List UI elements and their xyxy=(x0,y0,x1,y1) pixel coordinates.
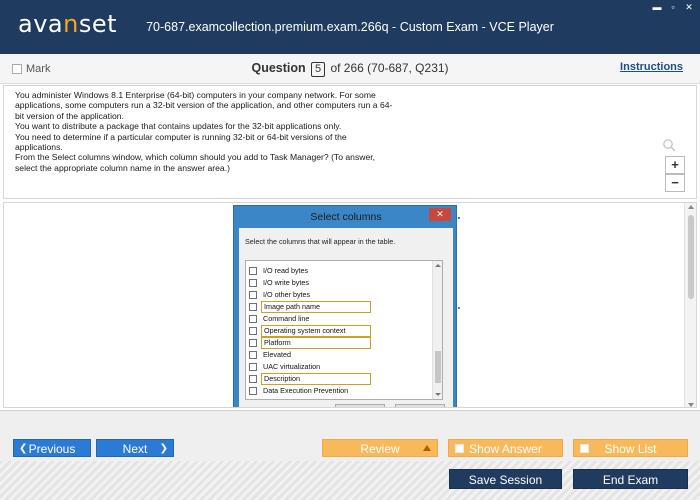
question-toolbar: Mark Question 5 of 266 (70-687, Q231) In… xyxy=(0,54,700,84)
answer-area-label[interactable]: Image path name xyxy=(261,300,371,313)
square-icon xyxy=(580,444,589,453)
list-item-label: Elevated xyxy=(263,349,291,359)
list-item[interactable]: Image path name xyxy=(249,300,371,313)
instructions-link[interactable]: Instructions xyxy=(620,61,683,73)
scroll-thumb[interactable] xyxy=(688,215,694,299)
chevron-right-icon: ❯ xyxy=(159,443,168,454)
list-item-label: Command line xyxy=(263,313,310,323)
list-item[interactable]: I/O write bytes xyxy=(249,277,311,288)
scroll-up-icon[interactable] xyxy=(688,205,694,209)
checkbox[interactable] xyxy=(249,386,257,395)
question-total: of 266 (70-687, Q231) xyxy=(330,61,449,75)
list-item[interactable]: Elevated xyxy=(249,349,293,360)
exhibit-pane: Select columns ✕ Select the columns that… xyxy=(3,202,697,408)
checkbox[interactable] xyxy=(249,302,257,311)
list-item[interactable]: Description xyxy=(249,372,371,385)
dialog-ok-button[interactable] xyxy=(335,404,385,407)
dialog-cancel-button[interactable] xyxy=(395,404,445,407)
list-item-label: I/O write bytes xyxy=(263,277,309,287)
previous-label: Previous xyxy=(28,442,76,456)
maximize-icon[interactable]: ▫ xyxy=(668,2,678,12)
list-item[interactable]: I/O other bytes xyxy=(249,289,312,300)
list-item[interactable]: Command line xyxy=(249,313,311,324)
question-line: From the Select columns window, which co… xyxy=(15,152,376,173)
list-item-label: Data Execution Prevention xyxy=(263,385,349,395)
scroll-down-icon[interactable] xyxy=(688,403,694,407)
list-item[interactable]: UAC virtualization xyxy=(249,361,322,372)
dialog-prompt: Select the columns that will appear in t… xyxy=(245,237,396,246)
checkbox[interactable] xyxy=(249,290,257,299)
previous-button[interactable]: ❮ Previous xyxy=(13,439,91,457)
checkbox[interactable] xyxy=(249,338,257,347)
dialog-title: Select columns xyxy=(310,211,382,223)
end-exam-button[interactable]: End Exam xyxy=(573,469,688,489)
list-item-label: UAC virtualization xyxy=(263,361,321,371)
window-title: 70-687.examcollection.premium.exam.266q … xyxy=(146,20,554,34)
triangle-up-icon xyxy=(423,445,431,451)
select-columns-dialog: Select columns ✕ Select the columns that… xyxy=(233,205,457,407)
question-pane: You administer Windows 8.1 Enterprise (6… xyxy=(3,85,697,199)
dialog-body: Select the columns that will appear in t… xyxy=(239,228,453,407)
show-list-label: Show List xyxy=(604,442,657,456)
dialog-close-icon[interactable]: ✕ xyxy=(429,208,451,221)
title-bar: avanset 70-687.examcollection.premium.ex… xyxy=(0,0,700,54)
show-answer-label: Show Answer xyxy=(469,442,542,456)
next-label: Next xyxy=(122,442,148,456)
scroll-up-icon[interactable] xyxy=(435,264,441,267)
answer-area-label[interactable]: Platform xyxy=(261,336,371,349)
close-icon[interactable]: ✕ xyxy=(684,2,694,12)
checkbox[interactable] xyxy=(249,278,257,287)
checkbox[interactable] xyxy=(249,326,257,335)
list-item-label: I/O read bytes xyxy=(263,265,309,275)
list-item-label: I/O other bytes xyxy=(263,289,311,299)
navigation-bar: ❮ Previous Next ❯ Review Show Answer Sho… xyxy=(0,410,700,500)
artifact-dot xyxy=(458,217,460,219)
checkbox[interactable] xyxy=(249,350,257,359)
question-line: You need to determine if a particular co… xyxy=(15,131,347,153)
checkbox[interactable] xyxy=(249,266,257,275)
show-list-button[interactable]: Show List xyxy=(573,439,688,457)
next-button[interactable]: Next ❯ xyxy=(96,439,174,457)
list-item[interactable]: Data Execution Prevention xyxy=(249,385,350,396)
question-counter: Question 5 of 266 (70-687, Q231) xyxy=(0,61,700,77)
checkbox[interactable] xyxy=(249,314,257,323)
save-session-button[interactable]: Save Session xyxy=(449,469,562,489)
square-icon xyxy=(455,444,464,453)
scroll-thumb[interactable] xyxy=(435,351,441,383)
question-line: You want to distribute a package that co… xyxy=(15,121,342,132)
question-text: You administer Windows 8.1 Enterprise (6… xyxy=(15,90,395,173)
columns-list: I/O read bytes I/O write bytes I/O other… xyxy=(245,260,443,400)
minimize-icon[interactable]: ▬ xyxy=(652,2,662,12)
answer-area-label[interactable]: Description xyxy=(261,372,371,385)
review-button[interactable]: Review xyxy=(322,439,438,457)
checkbox[interactable] xyxy=(249,362,257,371)
exhibit-scrollbar[interactable] xyxy=(684,203,696,407)
question-label: Question xyxy=(251,61,306,75)
list-item[interactable]: Platform xyxy=(249,336,371,349)
list-item[interactable]: Operating system context xyxy=(249,324,371,337)
list-scrollbar[interactable] xyxy=(432,261,442,399)
answer-area-label[interactable]: Operating system context xyxy=(261,324,371,337)
list-item[interactable]: I/O read bytes xyxy=(249,265,310,276)
scroll-down-icon[interactable] xyxy=(435,393,441,396)
chevron-left-icon: ❮ xyxy=(19,443,28,454)
zoom-out-button[interactable]: − xyxy=(665,174,685,192)
window-controls: ▬ ▫ ✕ xyxy=(652,2,694,12)
review-label: Review xyxy=(360,442,400,456)
show-answer-button[interactable]: Show Answer xyxy=(448,439,563,457)
artifact-dot xyxy=(458,307,460,309)
checkbox[interactable] xyxy=(249,374,257,383)
zoom-in-button[interactable]: + xyxy=(665,156,685,174)
question-line: You administer Windows 8.1 Enterprise (6… xyxy=(15,90,393,121)
question-number-input[interactable]: 5 xyxy=(310,62,326,77)
search-icon xyxy=(663,139,676,152)
